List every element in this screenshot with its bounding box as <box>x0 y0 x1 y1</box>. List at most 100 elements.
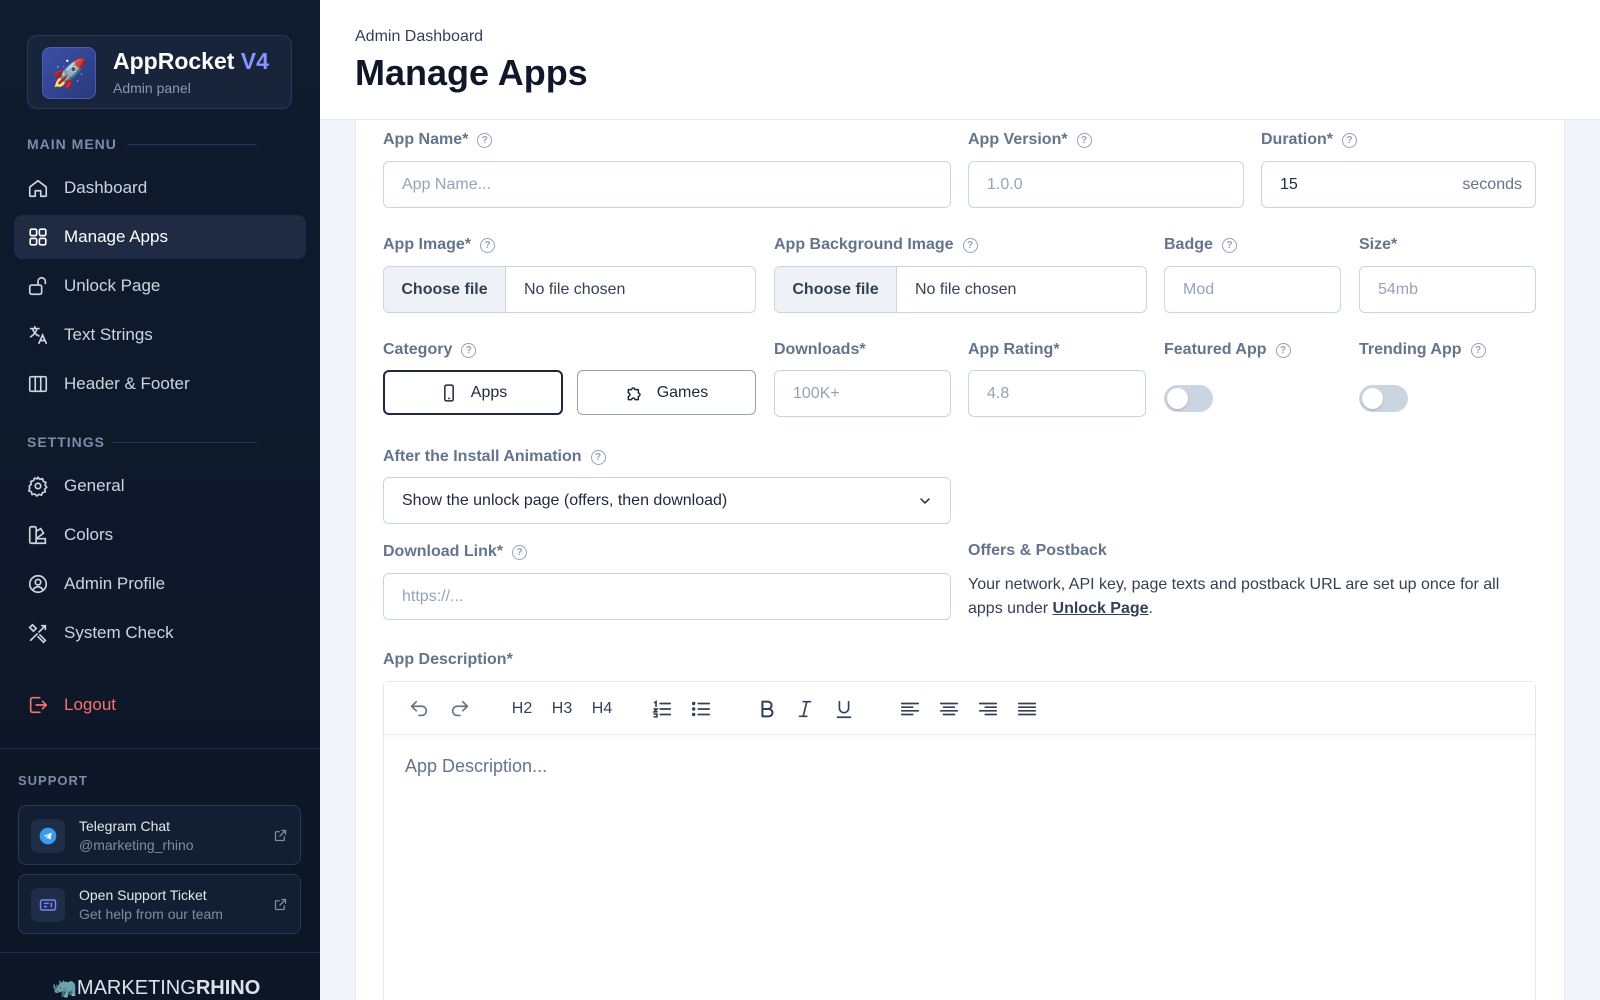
sidebar-item-label: Dashboard <box>64 178 148 197</box>
size-input[interactable]: 54mb <box>1359 266 1536 313</box>
help-icon[interactable]: ? <box>1275 342 1291 358</box>
file-status: No file chosen <box>524 280 626 298</box>
brand-card[interactable]: 🚀 AppRocket V4 Admin panel <box>27 35 292 109</box>
marketing-rhino-logo[interactable]: 🦏MARKETINGRHINO <box>52 975 260 1000</box>
toggle-knob <box>1362 388 1383 409</box>
app-name-label: App Name*? <box>383 131 493 149</box>
category-apps-button[interactable]: Apps <box>383 370 563 415</box>
app-version-input[interactable]: 1.0.0 <box>968 161 1244 208</box>
duration-label: Duration*? <box>1261 131 1357 149</box>
sidebar-item-manage-apps[interactable]: Manage Apps <box>14 215 306 259</box>
app-image-file-input[interactable]: Choose file No file chosen <box>383 266 756 313</box>
align-left-button[interactable] <box>896 695 924 723</box>
logout-icon <box>29 696 48 714</box>
tools-icon <box>28 623 47 644</box>
phone-icon <box>443 383 454 402</box>
help-icon[interactable]: ? <box>1470 342 1486 358</box>
sidebar-item-label: General <box>64 476 125 495</box>
duration-input[interactable]: 15 seconds <box>1261 161 1536 208</box>
h2-button[interactable]: H2 <box>508 695 536 723</box>
chevron-down-icon <box>920 498 930 504</box>
download-link-label: Download Link*? <box>383 543 527 561</box>
placeholder: 100K+ <box>793 384 840 402</box>
help-icon[interactable]: ? <box>1221 237 1237 253</box>
sidebar-item-dashboard[interactable]: Dashboard <box>14 166 306 210</box>
support-card-title: Telegram Chat <box>79 818 171 834</box>
app-bg-image-file-input[interactable]: Choose file No file chosen <box>774 266 1147 313</box>
align-left-icon <box>900 702 920 716</box>
align-center-button[interactable] <box>935 695 963 723</box>
file-status: No file chosen <box>915 280 1017 298</box>
offers-text-body: Your network, API key, page texts and po… <box>968 576 1500 617</box>
sidebar-item-admin-profile[interactable]: Admin Profile <box>14 562 306 606</box>
logo-part1: MARKETING <box>76 977 196 999</box>
badge-input[interactable]: Mod <box>1164 266 1341 313</box>
sidebar-item-header-footer[interactable]: Header & Footer <box>14 362 306 406</box>
divider <box>112 442 257 443</box>
logout-button[interactable]: Logout <box>14 683 306 727</box>
label-text: App Rating* <box>968 341 1060 358</box>
bold-button[interactable] <box>753 695 781 723</box>
after-install-label: After the Install Animation? <box>383 448 606 466</box>
sidebar-item-text-strings[interactable]: Text Strings <box>14 313 306 357</box>
label-text: Duration* <box>1261 131 1333 148</box>
page-header: Admin Dashboard Manage Apps <box>320 0 1600 120</box>
unlock-page-link[interactable]: Unlock Page <box>1053 600 1149 617</box>
help-icon[interactable]: ? <box>480 237 496 253</box>
sidebar-item-unlock-page[interactable]: Unlock Page <box>14 264 306 308</box>
logo-part2: RHINO <box>195 977 261 999</box>
redo-button[interactable] <box>446 695 474 723</box>
placeholder: https://... <box>402 587 464 605</box>
h4-button[interactable]: H4 <box>588 695 616 723</box>
main-menu-label: MAIN MENU <box>27 136 117 152</box>
editor-toolbar: H2 H3 H4 <box>384 682 1535 735</box>
help-icon[interactable]: ? <box>477 132 493 148</box>
support-ticket-card[interactable]: Open Support Ticket Get help from our te… <box>18 874 301 934</box>
featured-app-toggle[interactable] <box>1164 385 1213 412</box>
italic-button[interactable] <box>791 695 819 723</box>
label-text: Trending App <box>1359 341 1462 358</box>
align-justify-button[interactable] <box>1013 695 1041 723</box>
align-right-icon <box>978 702 998 716</box>
selected-value: Show the unlock page (offers, then downl… <box>402 491 728 509</box>
help-icon[interactable]: ? <box>1342 132 1357 148</box>
help-icon[interactable]: ? <box>461 342 477 358</box>
label-text: Size* <box>1359 236 1398 253</box>
app-rating-label: App Rating* <box>968 341 1060 359</box>
category-option-label: Apps <box>470 383 508 401</box>
description-editor[interactable]: H2 H3 H4 App Description... <box>383 681 1536 1000</box>
sidebar-item-label: Colors <box>64 525 114 544</box>
downloads-input[interactable]: 100K+ <box>774 370 951 417</box>
undo-icon <box>410 700 428 717</box>
help-icon[interactable]: ? <box>962 237 978 253</box>
choose-file-button[interactable]: Choose file <box>775 267 897 312</box>
help-icon[interactable]: ? <box>512 544 527 560</box>
support-card-title: Open Support Ticket <box>79 887 207 903</box>
app-name-input[interactable]: App Name... <box>383 161 951 208</box>
category-games-button[interactable]: Games <box>577 370 756 415</box>
breadcrumb[interactable]: Admin Dashboard <box>355 28 483 46</box>
choose-file-button[interactable]: Choose file <box>384 267 506 312</box>
brand-subtitle: Admin panel <box>113 80 191 96</box>
underline-button[interactable] <box>830 695 858 723</box>
divider <box>0 952 320 953</box>
sidebar-item-general[interactable]: General <box>14 464 306 508</box>
underline-icon <box>836 700 852 719</box>
telegram-chat-card[interactable]: Telegram Chat @marketing_rhino <box>18 805 301 865</box>
sidebar-item-label: Unlock Page <box>64 276 161 295</box>
app-rating-input[interactable]: 4.8 <box>968 370 1146 417</box>
after-install-select[interactable]: Show the unlock page (offers, then downl… <box>383 477 951 524</box>
help-icon[interactable]: ? <box>1076 132 1092 148</box>
bullet-list-button[interactable] <box>687 695 715 723</box>
download-link-input[interactable]: https://... <box>383 573 951 620</box>
align-right-button[interactable] <box>974 695 1002 723</box>
trending-app-toggle[interactable] <box>1359 385 1408 412</box>
undo-button[interactable] <box>405 695 433 723</box>
placeholder: 1.0.0 <box>987 175 1023 193</box>
help-icon[interactable]: ? <box>590 449 606 465</box>
sidebar-item-colors[interactable]: Colors <box>14 513 306 557</box>
h3-button[interactable]: H3 <box>548 695 576 723</box>
ordered-list-button[interactable] <box>648 695 676 723</box>
sidebar-item-system-check[interactable]: System Check <box>14 611 306 655</box>
support-card-subtitle: Get help from our team <box>79 906 223 922</box>
